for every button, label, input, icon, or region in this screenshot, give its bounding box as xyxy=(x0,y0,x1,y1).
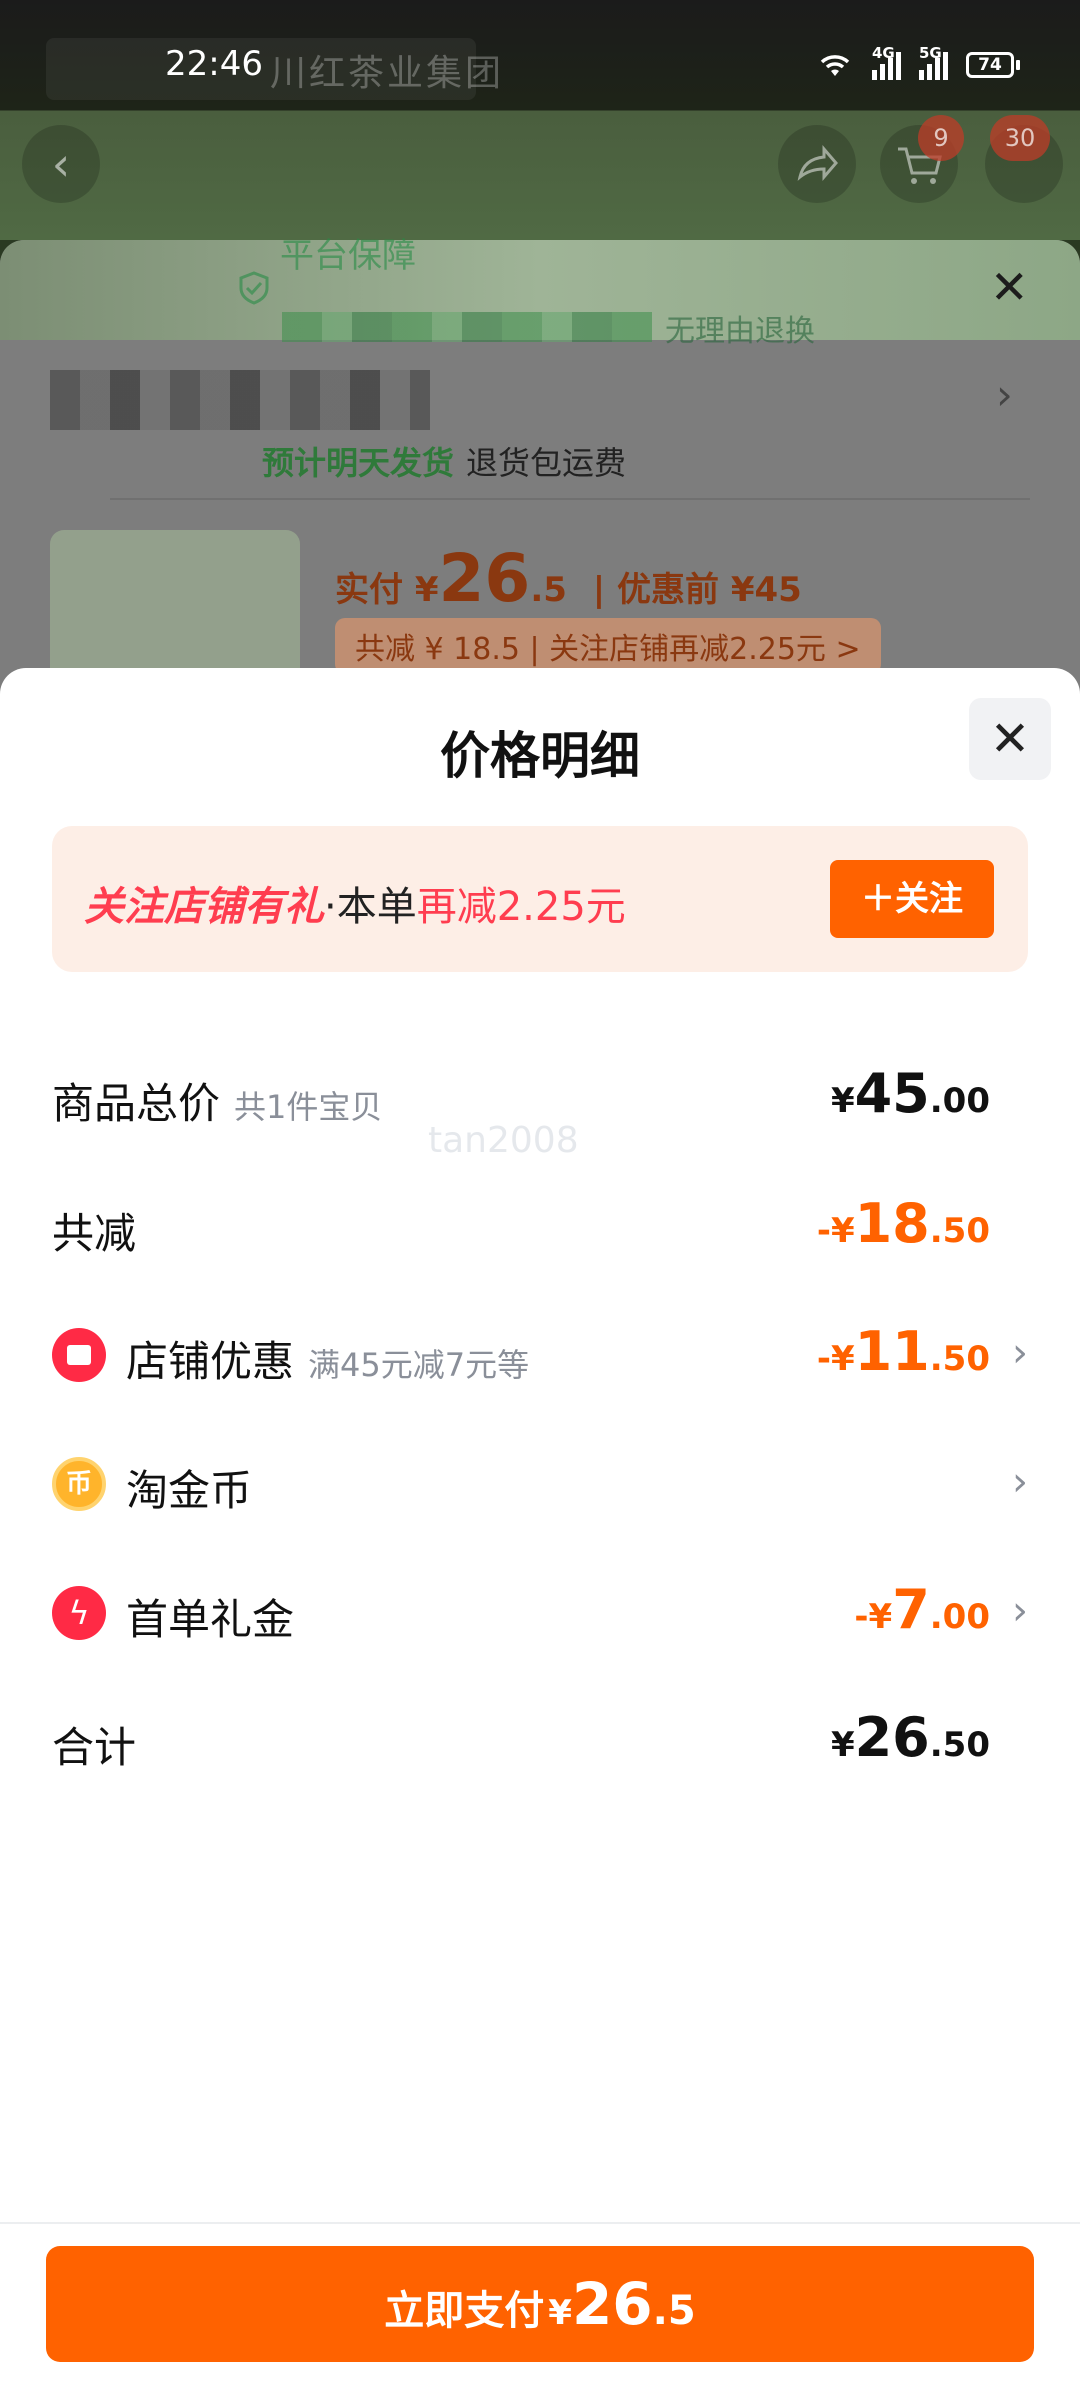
goods-total-value: ¥45.00 xyxy=(830,1062,990,1125)
background-close-icon: ✕ xyxy=(990,260,1029,314)
pay-now-button[interactable]: 立即支付 ¥26.5 xyxy=(46,2246,1034,2362)
status-bar: 22:46 4G 5G 74 xyxy=(0,0,1080,110)
divider xyxy=(110,498,1030,500)
first-order-gift-row[interactable]: ϟ 首单礼金 -¥7.00 › xyxy=(52,1574,1028,1654)
shield-icon xyxy=(239,271,269,305)
background-price: 实付 ¥26.5 | 优惠前 ¥45 xyxy=(335,540,802,617)
chevron-right-icon: › xyxy=(1012,1459,1028,1505)
coin-icon: 币 xyxy=(52,1457,106,1511)
watermark: tan2008 xyxy=(428,1120,579,1161)
promo-text: 关注店铺有礼·本单再减2.25元 xyxy=(84,884,626,930)
wifi-icon xyxy=(820,55,850,76)
bolt-icon: ϟ xyxy=(52,1586,106,1640)
store-discount-row[interactable]: 店铺优惠 满45元减7元等 -¥11.50 › xyxy=(52,1316,1028,1396)
guarantee-title: 平台保障 xyxy=(280,236,416,276)
chevron-right-icon: › xyxy=(1012,1588,1028,1634)
guarantee-sub: 无理由退换 xyxy=(665,314,815,349)
shipping-line: 预计明天发货 退货包运费 xyxy=(262,444,627,482)
first-order-gift-value: -¥7.00 xyxy=(854,1578,990,1641)
store-discount-value: -¥11.50 xyxy=(816,1320,990,1383)
redacted-text xyxy=(282,312,652,342)
battery-icon: 74 xyxy=(966,52,1020,78)
message-badge: 30 xyxy=(990,115,1050,161)
bottom-bar: 立即支付 ¥26.5 xyxy=(0,2222,1080,2400)
price-detail-sheet: 价格明细 ✕ 关注店铺有礼·本单再减2.25元 ＋关注 商品总价 共1件宝贝 ¥4… xyxy=(0,668,1080,2400)
chevron-right-icon: › xyxy=(1012,1330,1028,1376)
total-discount-value: -¥18.50 xyxy=(816,1192,990,1255)
cart-badge: 9 xyxy=(918,115,964,161)
status-time: 22:46 xyxy=(165,44,263,84)
redacted-address xyxy=(50,370,430,430)
status-icons: 4G 5G 74 xyxy=(816,44,1020,80)
follow-store-button[interactable]: ＋关注 xyxy=(830,860,994,938)
follow-store-promo: 关注店铺有礼·本单再减2.25元 ＋关注 xyxy=(52,826,1028,972)
sheet-title: 价格明细 xyxy=(440,727,640,785)
share-icon[interactable] xyxy=(778,125,856,203)
taojinbi-row[interactable]: 币 淘金币 › xyxy=(52,1445,1028,1525)
store-icon xyxy=(52,1328,106,1382)
background-discount-pill: 共减 ¥ 18.5 | 关注店铺再减2.25元 > xyxy=(335,618,881,674)
product-nav: ‹ 9 30 xyxy=(0,115,1080,215)
chevron-right-icon: › xyxy=(996,370,1013,419)
signal-icon: 4G xyxy=(872,44,901,80)
grand-total-row: 合计 ¥26.50 xyxy=(52,1706,990,1772)
grand-total-value: ¥26.50 xyxy=(830,1706,990,1769)
back-icon[interactable]: ‹ xyxy=(22,125,100,203)
signal-icon-2: 5G xyxy=(919,44,948,80)
close-icon[interactable]: ✕ xyxy=(969,698,1051,780)
total-discount-row: 共减 -¥18.50 xyxy=(52,1192,990,1258)
